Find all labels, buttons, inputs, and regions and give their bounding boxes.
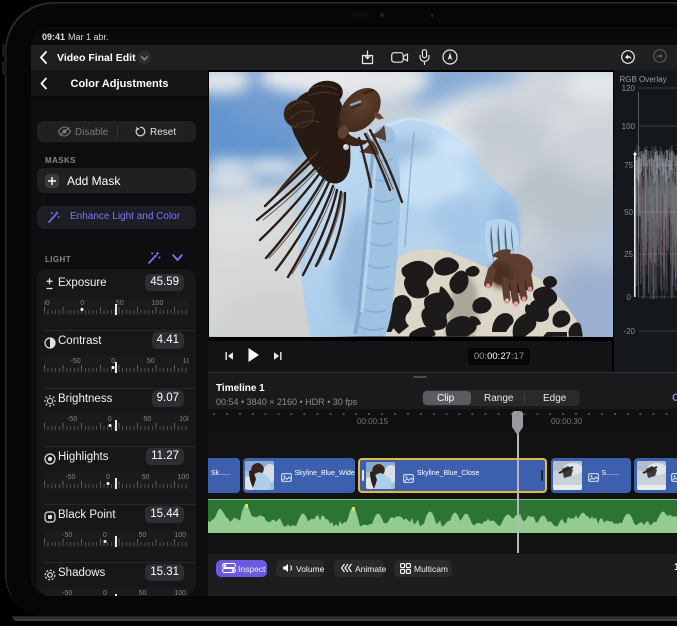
svg-text:25: 25 (624, 250, 633, 259)
svg-text:120: 120 (621, 84, 635, 93)
svg-text:-20: -20 (623, 327, 635, 336)
svg-text:100: 100 (621, 122, 635, 131)
svg-text:50: 50 (624, 208, 633, 217)
svg-text:0: 0 (626, 293, 631, 302)
svg-text:75: 75 (624, 161, 633, 170)
